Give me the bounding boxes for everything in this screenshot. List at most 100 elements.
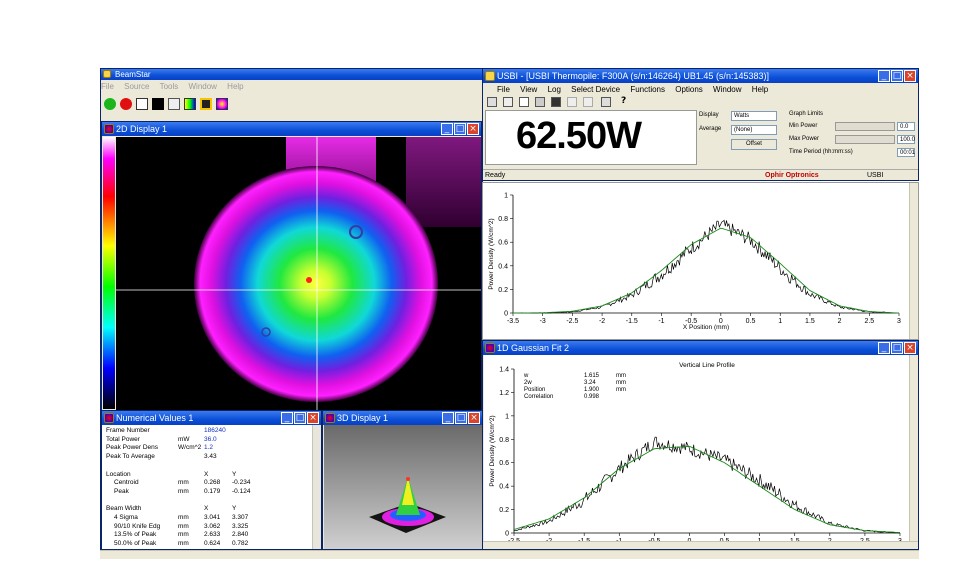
stop-record-icon[interactable]: [120, 98, 132, 110]
capture-icon[interactable]: [200, 98, 212, 110]
x-profile-plot[interactable]: -3.5 -3 -2.5 -2 -1.5 -1 -0.5 0 0.5 1 1.5 2 2.5 3 0 0.2 0…: [483, 183, 909, 339]
menu-file[interactable]: File: [101, 82, 114, 91]
start-record-icon[interactable]: [104, 98, 116, 110]
x-profile-scrollbar[interactable]: [909, 183, 918, 339]
display3d-titlebar[interactable]: 3D Display 1 _ □ ×: [323, 411, 482, 425]
gauss-plot[interactable]: -2.5-2-1.5-1-0.500.511.522.5300.20.40.60…: [484, 355, 909, 543]
window-icon[interactable]: [136, 98, 148, 110]
copy-icon[interactable]: [519, 97, 529, 107]
device-label: USBI: [867, 172, 884, 179]
y-tick-label: 0.6: [498, 240, 508, 247]
x-tick-label: 0.5: [746, 318, 756, 325]
maximize-button[interactable]: □: [454, 123, 466, 135]
cell-unit: mm: [178, 514, 189, 521]
minimize-button[interactable]: _: [441, 123, 453, 135]
print-icon[interactable]: [601, 97, 611, 107]
menu-view[interactable]: View: [520, 85, 537, 94]
stat-unit: mm: [616, 373, 626, 379]
export-icon[interactable]: [583, 97, 593, 107]
x-tick-label: 1: [778, 318, 782, 325]
display-icon[interactable]: [184, 98, 196, 110]
maximize-button[interactable]: □: [891, 70, 903, 82]
save-icon[interactable]: [551, 97, 561, 107]
minimize-button[interactable]: _: [878, 70, 890, 82]
graph-limits-label: Graph Limits: [789, 111, 824, 117]
cell-label: Total Power: [106, 435, 140, 443]
maximize-button[interactable]: □: [294, 412, 306, 424]
display2d-icon: [104, 124, 114, 134]
maximize-button[interactable]: □: [455, 412, 467, 424]
stat-label: 2w: [524, 380, 532, 386]
min-power-label: Min Power: [789, 123, 818, 129]
max-power-slider[interactable]: [835, 135, 895, 144]
min-power-slider[interactable]: [835, 122, 895, 131]
3d-beam-view[interactable]: [324, 425, 482, 549]
menu-tools[interactable]: Tools: [160, 82, 179, 91]
gauss-titlebar[interactable]: 1D Gaussian Fit 2 _ □ ×: [483, 341, 918, 355]
average-select[interactable]: (None): [731, 125, 777, 135]
gauss-scrollbar[interactable]: [909, 355, 918, 543]
minimize-button[interactable]: _: [281, 412, 293, 424]
settings-icon[interactable]: [216, 98, 228, 110]
menu-log[interactable]: Log: [548, 85, 561, 94]
main-hscrollbar[interactable]: [100, 550, 919, 559]
open-icon[interactable]: [567, 97, 577, 107]
menu-window[interactable]: Window: [188, 82, 216, 91]
beamstar-titlebar[interactable]: BeamStar: [101, 69, 482, 80]
menu-options[interactable]: Options: [675, 85, 703, 94]
usbi-titlebar[interactable]: USBI - [USBI Thermopile: F300A (s/n:1462…: [483, 69, 918, 83]
menu-source[interactable]: Source: [124, 82, 149, 91]
black-square-icon[interactable]: [152, 98, 164, 110]
usbi-menubar: File View Log Select Device Functions Op…: [483, 84, 918, 95]
average-label: Average: [699, 126, 722, 132]
app-icon: [103, 70, 111, 78]
numerical-scrollbar[interactable]: [312, 425, 321, 549]
cell-y: -0.234: [232, 479, 251, 487]
beamstar-window: BeamStar File Source Tools Window Help 2…: [100, 68, 483, 550]
x-tick-label: 2: [838, 318, 842, 325]
close-button[interactable]: ×: [467, 123, 479, 135]
maximize-button[interactable]: □: [891, 342, 903, 354]
numerical-titlebar[interactable]: Numerical Values 1 _ □ ×: [102, 411, 321, 425]
cell-y: 3.307: [232, 514, 249, 521]
max-power-input[interactable]: 100.0: [897, 135, 915, 144]
chart-icon[interactable]: [168, 98, 180, 110]
menu-window[interactable]: Window: [713, 85, 741, 94]
graph-icon[interactable]: [535, 97, 545, 107]
close-button[interactable]: ×: [904, 70, 916, 82]
display-select[interactable]: Watts: [731, 111, 777, 121]
display2d-titlebar[interactable]: 2D Display 1 _ □ ×: [102, 122, 481, 136]
close-button[interactable]: ×: [307, 412, 319, 424]
min-power-input[interactable]: 0.0: [897, 122, 915, 131]
x-tick-label: 1.5: [805, 318, 815, 325]
settings-icon[interactable]: [487, 97, 497, 107]
menu-help[interactable]: Help: [227, 82, 243, 91]
cell-x: 0.179: [204, 487, 221, 495]
numerical-table: Frame Number 186240 Total Power mW 36.0 Peak …: [102, 425, 312, 549]
close-button[interactable]: ×: [904, 342, 916, 354]
gauss-hscrollbar[interactable]: [483, 541, 918, 549]
cell-x: 1.2: [204, 444, 214, 452]
menu-help[interactable]: Help: [752, 85, 768, 94]
time-period-input[interactable]: 00:01: [897, 148, 915, 157]
refresh-icon[interactable]: [503, 97, 513, 107]
stat-value: 1.615: [584, 373, 600, 379]
y-axis-label: Power Density (W/cm^2): [489, 415, 496, 486]
minimize-button[interactable]: _: [442, 412, 454, 424]
cell-y: 0.782: [232, 540, 249, 548]
x-tick-label: -3.5: [507, 318, 519, 325]
minimize-button[interactable]: _: [878, 342, 890, 354]
stat-label: w: [523, 373, 529, 379]
menu-select-device[interactable]: Select Device: [571, 85, 620, 94]
menu-file[interactable]: File: [497, 85, 510, 94]
beam-image[interactable]: [116, 137, 481, 411]
stat-value: 1.900: [584, 387, 600, 393]
close-button[interactable]: ×: [468, 412, 480, 424]
menu-functions[interactable]: Functions: [630, 85, 665, 94]
cell-unit: mW: [178, 435, 190, 443]
help-icon[interactable]: ?: [621, 96, 626, 106]
max-power-label: Max Power: [789, 136, 820, 142]
cell-label: Peak To Average: [106, 453, 155, 461]
offset-button[interactable]: Offset: [731, 139, 777, 150]
cell-x: X: [204, 505, 209, 513]
